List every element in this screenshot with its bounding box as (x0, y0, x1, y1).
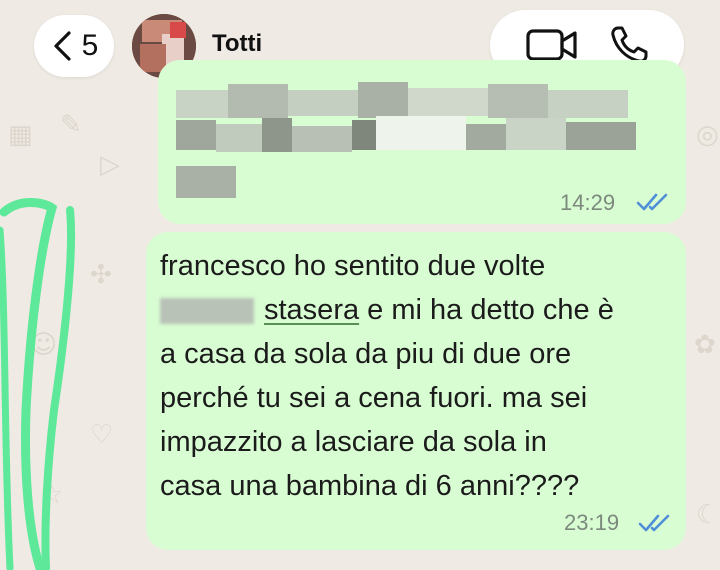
message-line: casa una bambina di 6 anni???? (160, 470, 580, 502)
message-line-rest: e mi ha detto che è (359, 294, 614, 326)
message-time: 14:29 (560, 190, 616, 215)
pixelated-content (176, 90, 228, 118)
underlined-word[interactable]: stasera (264, 294, 359, 326)
back-button[interactable]: 5 (34, 15, 114, 77)
message-line: impazzito a lasciare da sola in (160, 426, 547, 458)
message-line: a casa da sola da piu di due ore (160, 338, 572, 370)
marker-annotation (0, 198, 76, 570)
message-line: stasera e mi ha detto che è (160, 288, 614, 332)
message-bubble[interactable]: francesco ho sentito due volte stasera e… (146, 232, 686, 550)
message-time: 23:19 (564, 510, 620, 535)
message-line: francesco ho sentito due volte (160, 250, 546, 282)
pencil-doodle-icon: ✎ (60, 110, 82, 140)
video-call-icon[interactable] (525, 25, 579, 65)
message-line: perché tu sei a cena fuori. ma sei (160, 382, 588, 414)
read-ticks-icon (636, 193, 668, 211)
moon-doodle-icon: ☾ (696, 500, 720, 530)
redacted-name (160, 298, 254, 325)
message-bubble-redacted[interactable]: 14:29 (158, 60, 686, 224)
contact-name[interactable]: Totti (212, 30, 262, 58)
heart-doodle-icon: ♡ (90, 420, 114, 450)
flower-doodle-icon: ✿ (694, 330, 716, 360)
triangle-doodle-icon: ▷ (100, 150, 120, 180)
spiral-doodle-icon: ◎ (696, 120, 719, 150)
pin-doodle-icon: ✣ (90, 260, 112, 290)
chevron-left-icon (54, 31, 71, 61)
message-text: francesco ho sentito due volte stasera e… (160, 244, 614, 508)
calendar-doodle-icon: ▦ (8, 120, 33, 150)
read-ticks-icon (638, 514, 670, 532)
unread-count: 5 (81, 29, 99, 62)
